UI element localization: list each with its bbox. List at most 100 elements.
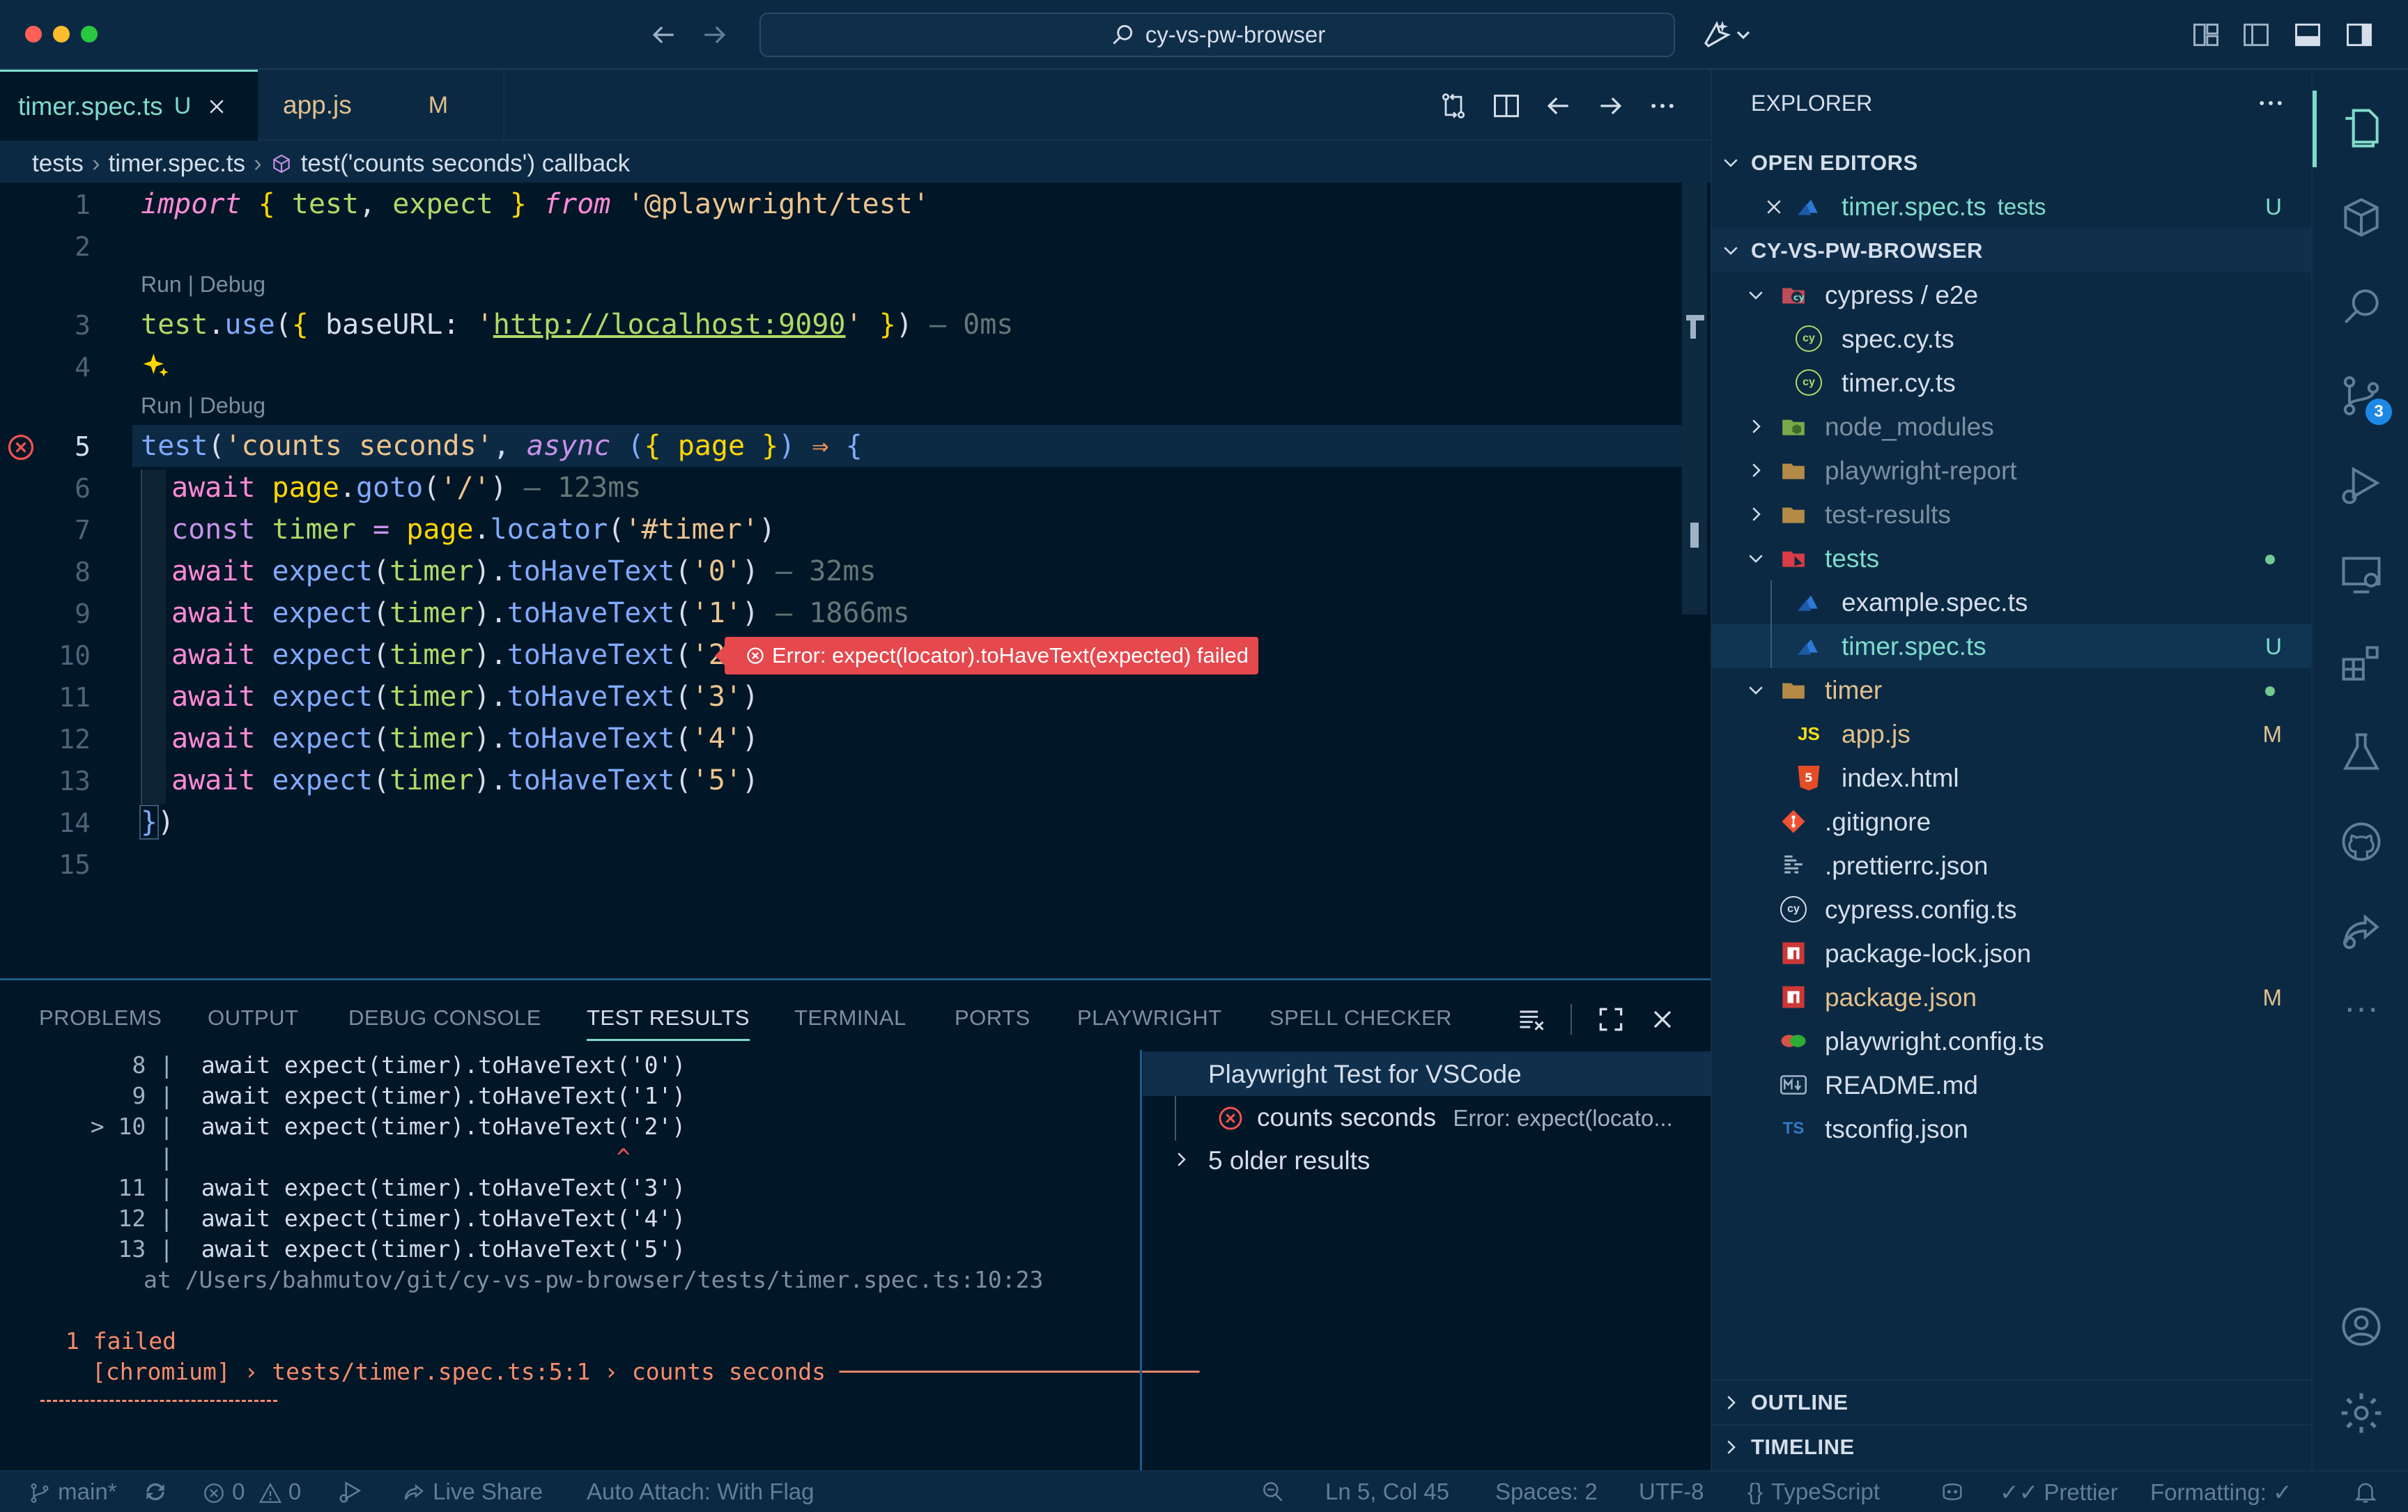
close-panel-icon[interactable]	[1647, 1004, 1678, 1035]
run-debug-icon[interactable]	[2338, 461, 2385, 509]
panel-split-divider[interactable]	[1140, 1050, 1142, 1472]
live-share-item[interactable]: Live Share	[401, 1479, 543, 1506]
more-views-icon[interactable]: ···	[2338, 990, 2385, 1041]
forward-arrow-icon[interactable]	[700, 20, 730, 50]
toggle-panel-icon[interactable]	[2292, 20, 2323, 50]
cursor-position[interactable]: Ln 5, Col 45	[1325, 1479, 1449, 1505]
copilot-sparkle-icon[interactable]	[1700, 18, 1753, 52]
extensions-cube-icon[interactable]	[2338, 194, 2385, 241]
tree-file-playwright-config[interactable]: playwright.config.ts	[1712, 1019, 2313, 1063]
tree-file-index-html[interactable]: 5 index.html	[1712, 756, 2313, 800]
tree-folder-test-results[interactable]: test-results	[1712, 493, 2313, 537]
tab-playwright[interactable]: PLAYWRIGHT	[1077, 1005, 1222, 1031]
tree-file-cypress-config[interactable]: cy cypress.config.ts	[1712, 888, 2313, 932]
indentation[interactable]: Spaces: 2	[1495, 1479, 1598, 1505]
code-editor[interactable]: tests › timer.spec.ts › test('counts sec…	[0, 150, 1711, 978]
editor-scrollbar[interactable]	[1682, 183, 1707, 615]
copilot-icon[interactable]	[1938, 1479, 1966, 1505]
notifications-bell-icon[interactable]	[2352, 1479, 2379, 1505]
older-results[interactable]: 5 older results	[1208, 1146, 1370, 1175]
github-icon[interactable]	[2338, 818, 2385, 865]
accounts-icon[interactable]	[2338, 1303, 2385, 1350]
explorer-icon[interactable]	[2338, 105, 2385, 152]
tree-file-package-lock[interactable]: package-lock.json	[1712, 932, 2313, 975]
search-icon[interactable]	[2338, 283, 2385, 330]
more-actions-icon[interactable]	[2255, 88, 2286, 118]
tab-debug-console[interactable]: DEBUG CONSOLE	[348, 1005, 541, 1031]
go-forward-icon[interactable]	[1596, 91, 1626, 121]
tree-folder-node-modules[interactable]: node_modules	[1712, 405, 2313, 449]
chevron-right-icon[interactable]	[1171, 1149, 1191, 1170]
tree-file-timer-spec[interactable]: timer.spec.ts U	[1712, 624, 2313, 668]
tree-folder-playwright-report[interactable]: playwright-report	[1712, 449, 2313, 493]
maximize-panel-icon[interactable]	[1596, 1004, 1626, 1035]
live-share-icon[interactable]	[2338, 907, 2385, 955]
breadcrumb-item[interactable]: timer.spec.ts	[109, 150, 245, 178]
tree-file-app-js[interactable]: JS app.js M	[1712, 712, 2313, 756]
project-header[interactable]: CY-VS-PW-BROWSER	[1712, 229, 2313, 272]
clear-output-icon[interactable]	[1516, 1004, 1547, 1035]
problems-summary[interactable]: 0 0	[202, 1479, 301, 1505]
formatting-status[interactable]: Formatting: ✓	[2150, 1479, 2292, 1506]
tab-ports[interactable]: PORTS	[955, 1005, 1031, 1031]
tab-terminal[interactable]: TERMINAL	[794, 1005, 906, 1031]
customize-layout-icon[interactable]	[2191, 20, 2221, 50]
zoom-icon[interactable]	[1260, 1479, 1286, 1505]
command-center-search[interactable]: cy-vs-pw-browser	[759, 13, 1675, 57]
tree-folder-cypress[interactable]: cy cypress / e2e	[1712, 273, 2313, 317]
open-editor-item[interactable]: timer.spec.ts tests U	[1712, 185, 2313, 229]
settings-gear-icon[interactable]	[2338, 1389, 2385, 1437]
split-editor-icon[interactable]	[1491, 91, 1522, 121]
close-icon[interactable]	[1763, 196, 1784, 217]
tab-timer-spec[interactable]: timer.spec.ts U	[0, 70, 258, 141]
tree-file-prettierrc[interactable]: .prettierrc.json	[1712, 844, 2313, 888]
toggle-secondary-sidebar-icon[interactable]	[2344, 20, 2375, 50]
tab-app-js[interactable]: app.js M	[259, 70, 504, 141]
breadcrumb-item[interactable]: test('counts seconds') callback	[301, 150, 630, 178]
close-window-button[interactable]	[25, 26, 42, 43]
tree-file-example-spec[interactable]: example.spec.ts	[1712, 580, 2313, 624]
minimize-window-button[interactable]	[53, 26, 70, 43]
result-item[interactable]: counts seconds Error: expect(locato...	[1257, 1103, 1673, 1132]
zoom-window-button[interactable]	[81, 26, 98, 43]
close-icon[interactable]	[206, 96, 227, 117]
tree-folder-timer[interactable]: timer	[1712, 668, 2313, 712]
codelens-run-debug[interactable]: Run | Debug	[141, 393, 265, 419]
source-control-icon[interactable]: 3	[2338, 372, 2392, 425]
encoding[interactable]: UTF-8	[1639, 1479, 1704, 1505]
tree-file-gitignore[interactable]: .gitignore	[1712, 800, 2313, 844]
toggle-primary-sidebar-icon[interactable]	[2241, 20, 2271, 50]
sync-icon[interactable]	[142, 1479, 169, 1505]
tab-problems[interactable]: PROBLEMS	[39, 1005, 162, 1031]
language-mode[interactable]: {} TypeScript	[1747, 1479, 1880, 1505]
breadcrumb-item[interactable]: tests	[32, 150, 84, 178]
auto-attach-item[interactable]: Auto Attach: With Flag	[587, 1479, 815, 1505]
tree-folder-tests[interactable]: tests	[1712, 537, 2313, 580]
prettier-item[interactable]: ✓✓ Prettier	[2000, 1479, 2118, 1506]
timeline-header[interactable]: TIMELINE	[1712, 1424, 2313, 1468]
outline-header[interactable]: OUTLINE	[1712, 1380, 2313, 1424]
codelens-run-debug[interactable]: Run | Debug	[141, 272, 265, 298]
testing-flask-icon[interactable]	[2338, 729, 2385, 776]
debug-attach-icon[interactable]	[337, 1479, 364, 1505]
more-actions-icon[interactable]	[1647, 91, 1678, 121]
tab-test-results[interactable]: TEST RESULTS	[587, 1005, 750, 1041]
open-changes-icon[interactable]	[1438, 91, 1469, 121]
branch-item[interactable]: main*	[28, 1479, 117, 1505]
tree-file-tsconfig[interactable]: TS tsconfig.json	[1712, 1107, 2313, 1151]
open-editors-header[interactable]: OPEN EDITORS	[1712, 141, 2313, 185]
tab-spell-checker[interactable]: SPELL CHECKER	[1269, 1005, 1452, 1031]
back-arrow-icon[interactable]	[648, 20, 679, 50]
tree-file-spec-cy[interactable]: cy spec.cy.ts	[1712, 317, 2313, 361]
tree-file-timer-cy[interactable]: cy timer.cy.ts	[1712, 361, 2313, 405]
go-back-icon[interactable]	[1543, 91, 1573, 121]
tree-file-readme[interactable]: README.md	[1712, 1063, 2313, 1107]
tab-output[interactable]: OUTPUT	[208, 1005, 298, 1031]
extensions-icon[interactable]	[2338, 640, 2385, 687]
remote-explorer-icon[interactable]	[2338, 550, 2385, 598]
tree-file-package-json[interactable]: package.json M	[1712, 975, 2313, 1019]
inline-error-message[interactable]: Error: expect(locator).toHaveText(expect…	[715, 637, 1259, 674]
test-failed-gutter-icon[interactable]	[6, 432, 36, 463]
sparkle-icon[interactable]	[141, 350, 171, 380]
stack-location[interactable]: at /Users/bahmutov/git/cy-vs-pw-browser/…	[144, 1266, 1043, 1293]
